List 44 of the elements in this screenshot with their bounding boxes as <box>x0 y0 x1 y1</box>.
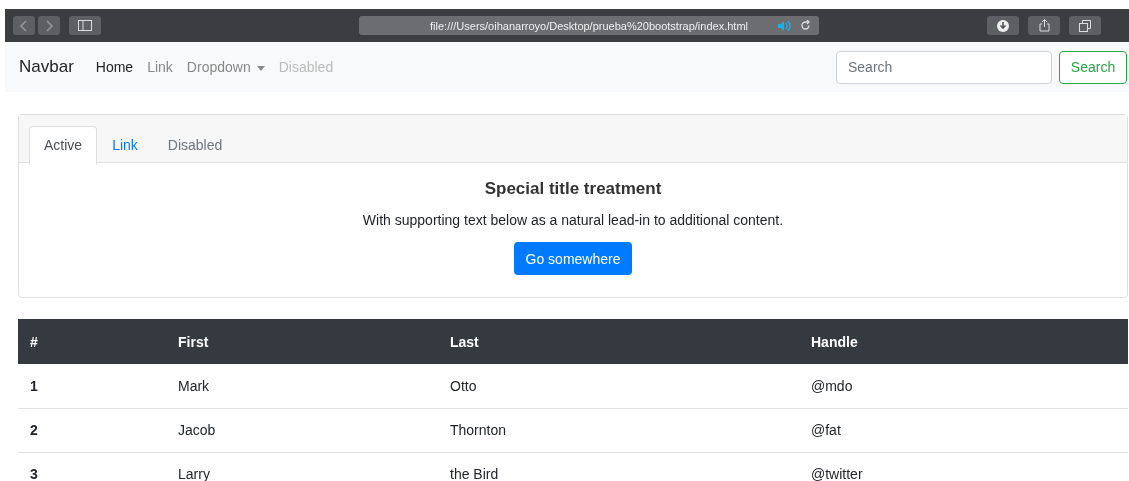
table-cell: @mdo <box>799 364 1128 408</box>
go-button[interactable]: Go somewhere <box>513 242 633 275</box>
nav-link[interactable]: Home <box>95 59 134 75</box>
back-button[interactable] <box>13 16 35 35</box>
card-text: With supporting text below as a natural lead-in to additional content. <box>362 212 784 228</box>
reload-icon[interactable] <box>800 20 811 31</box>
speaker-icon[interactable] <box>778 20 792 31</box>
table-cell: Otto <box>438 364 799 408</box>
table-cell: Thornton <box>438 408 799 452</box>
share-button[interactable] <box>1028 16 1060 35</box>
caret-icon <box>256 65 265 71</box>
column-header: First <box>166 319 438 364</box>
forward-button[interactable] <box>38 16 60 35</box>
table-cell: @fat <box>799 408 1128 452</box>
nav-link[interactable]: Link <box>147 59 173 75</box>
tabs-button[interactable] <box>1069 16 1101 35</box>
table-cell: 3 <box>18 452 166 481</box>
table-cell: 1 <box>18 364 166 408</box>
forward-icon <box>45 19 53 32</box>
table-cell: 2 <box>18 408 166 452</box>
tabs-icon <box>1079 19 1091 32</box>
tab[interactable]: Active <box>29 126 98 165</box>
download-button[interactable] <box>987 16 1019 35</box>
search-field[interactable]: Search <box>836 50 1052 84</box>
nav-link[interactable]: Dropdown <box>186 59 265 75</box>
tab[interactable]: Link <box>97 126 153 163</box>
sidebar-button[interactable] <box>69 16 101 35</box>
column-header: # <box>18 319 166 364</box>
table-cell: Jacob <box>166 408 438 452</box>
share-icon <box>1038 19 1050 32</box>
address-bar[interactable]: file:///Users/oihanarroyo/Desktop/prueba%20bootstrap/index.html <box>359 16 819 35</box>
table-cell: the Bird <box>438 452 799 481</box>
url-text: file:///Users/oihanarroyo/Desktop/prueba%20bootstrap/index.html <box>430 19 748 32</box>
sidebar-icon <box>78 20 92 31</box>
column-header: Handle <box>799 319 1128 364</box>
card-title: Special title treatment <box>484 179 662 199</box>
table-cell: @twitter <box>799 452 1128 481</box>
table-cell: Mark <box>166 364 438 408</box>
search-button[interactable]: Search <box>1059 50 1127 84</box>
back-icon <box>20 19 28 32</box>
download-icon <box>997 19 1009 32</box>
navbar-brand[interactable]: Navbar <box>19 57 74 77</box>
column-header: Last <box>438 319 799 364</box>
table-cell: Larry <box>166 452 438 481</box>
